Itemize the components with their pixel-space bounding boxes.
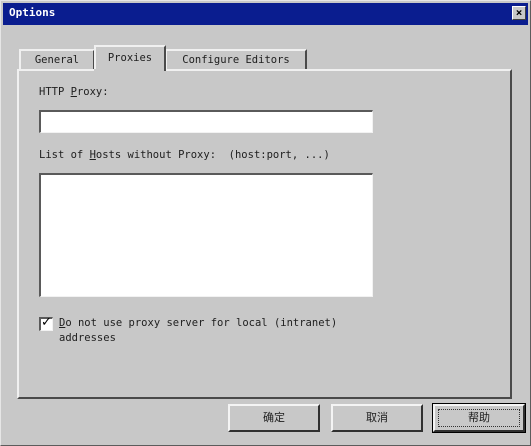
- close-button[interactable]: ×: [512, 6, 526, 20]
- proxies-panel: [17, 69, 512, 399]
- tab-general[interactable]: General: [19, 49, 95, 69]
- options-dialog: Options × General Proxies Configure Edit…: [0, 0, 531, 446]
- help-button[interactable]: 帮助: [432, 403, 526, 433]
- title-bar[interactable]: Options ×: [3, 3, 528, 25]
- tab-general-label: General: [34, 54, 80, 66]
- tab-proxies-label: Proxies: [107, 52, 153, 64]
- tab-proxies[interactable]: Proxies: [94, 45, 166, 71]
- active-tab-gap: [94, 69, 164, 72]
- close-icon: ×: [515, 6, 523, 19]
- window-title: Options: [9, 6, 56, 19]
- cancel-button[interactable]: 取消: [331, 404, 423, 432]
- ok-button[interactable]: 确定: [228, 404, 320, 432]
- tab-configure-editors-label: Configure Editors: [182, 54, 290, 66]
- tab-configure-editors[interactable]: Configure Editors: [165, 49, 307, 69]
